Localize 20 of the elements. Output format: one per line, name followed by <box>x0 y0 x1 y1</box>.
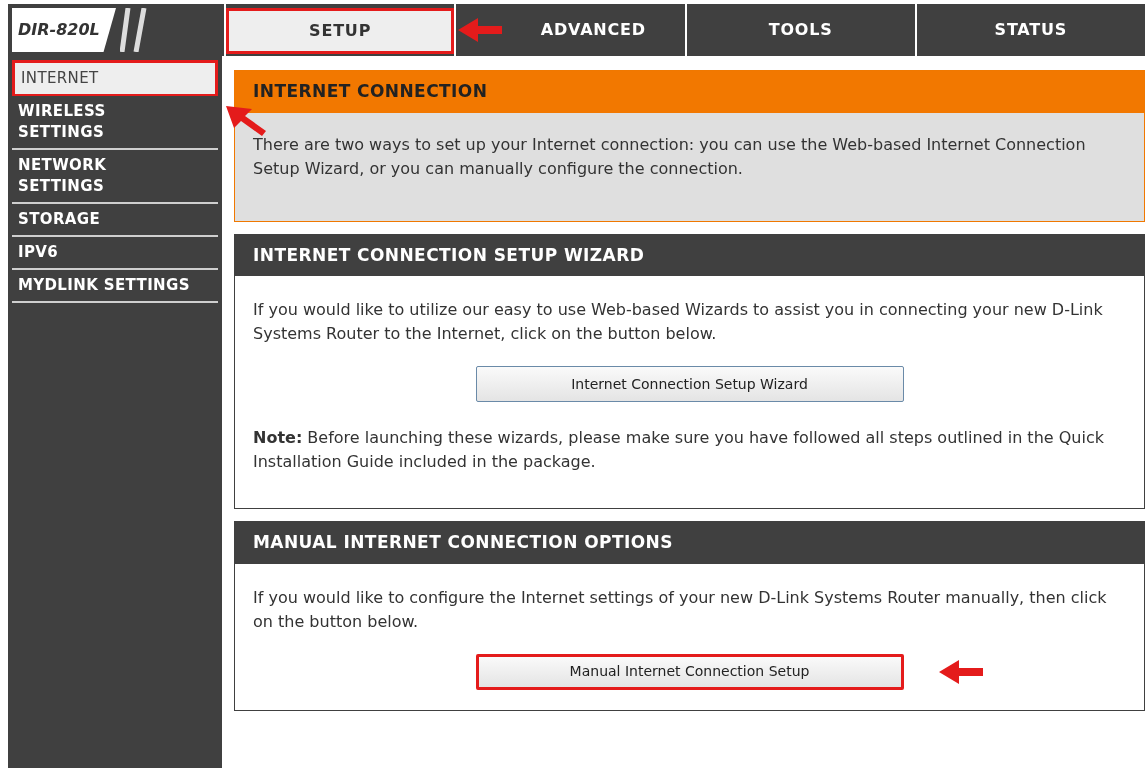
setup-button[interactable]: Manual Internet Connection Setup <box>475 653 904 690</box>
sidebar-item[interactable]: NETWORK SETTINGS <box>12 150 218 204</box>
description-text: If you would like to configure the Internet settings of your new D-Link Systems Router manually, then click on the button below. <box>253 586 1108 633</box>
sidebar-item[interactable]: IPV6 <box>12 237 218 270</box>
annotation-arrow <box>458 18 503 42</box>
annotation-arrow <box>226 106 266 136</box>
sidebar-item[interactable]: STORAGE <box>12 204 218 237</box>
sidebar-item[interactable]: MYDLINK SETTINGS <box>12 270 218 303</box>
section-title: INTERNET CONNECTION <box>235 71 1144 113</box>
nav-tab[interactable]: SETUP <box>226 8 455 54</box>
section-title: MANUAL INTERNET CONNECTION OPTIONS <box>235 522 1144 564</box>
annotation-arrow <box>939 659 983 684</box>
logo: DIR-820L <box>12 8 116 52</box>
note-text: Note: Before launching these wizards, please make sure you have followed all steps outlined in the Quick Installation Guide included in the package. <box>253 427 1105 473</box>
setup-button[interactable]: Internet Connection Setup Wizard <box>475 366 904 402</box>
sidebar-item[interactable]: WIRELESS SETTINGS <box>12 96 218 150</box>
section-title: INTERNET CONNECTION SETUP WIZARD <box>235 234 1144 276</box>
sidebar-item[interactable]: INTERNET <box>12 60 218 96</box>
description-text: There are two ways to set up your Internet connection: you can use the Web-based Internet Connection Setup Wizard, or you can manually configure the connection. <box>253 133 1087 180</box>
description-text: If you would like to utilize our easy to use Web-based Wizards to assist you in connecting your new D-Link Systems Router to the Internet, click on the button below. <box>253 299 1104 345</box>
